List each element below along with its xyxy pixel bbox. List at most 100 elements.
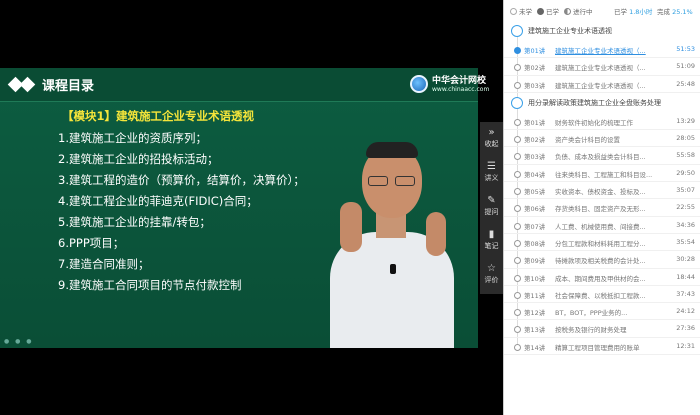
question-icon: ✎ — [487, 195, 496, 206]
circle-icon — [510, 8, 517, 15]
lesson-list: 建筑施工企业专业术语透视 第01讲 建筑施工企业专业术语透视（... 51:53 第02… — [504, 21, 700, 356]
lesson-row[interactable]: 第01讲 建筑施工企业专业术语透视（... 51:53 — [504, 41, 700, 59]
lesson-row[interactable]: 第08讲 分包工程款和材料耗用工程分... 35:54 — [504, 234, 700, 252]
status-dot-icon — [514, 64, 521, 72]
lesson-row[interactable]: 第13讲 按税务及银行的财务处理 27:36 — [504, 320, 700, 338]
slide-item: 4.建筑工程企业的菲迪克(FIDIC)合同； — [58, 194, 258, 208]
lesson-duration: 37:43 — [676, 289, 695, 298]
star-icon: ☆ — [487, 263, 496, 274]
chapter-circle-icon — [511, 25, 523, 37]
lesson-row[interactable]: 第12讲 BT，BOT，PPP业务的... 24:12 — [504, 303, 700, 321]
lesson-number: 第11讲 — [524, 291, 546, 300]
lesson-duration: 35:07 — [676, 186, 695, 195]
lesson-title: 精算工程项目管理费用的账单 — [555, 343, 640, 352]
collapse-button[interactable]: » 收起 — [480, 122, 503, 156]
lesson-duration: 34:36 — [676, 220, 695, 229]
slide-item: 3.建筑工程的造价（预算价，结算价，决算价）； — [58, 173, 305, 187]
lesson-row[interactable]: 第14讲 精算工程项目管理费用的账单 12:31 — [504, 338, 700, 356]
notes-button[interactable]: ▮ 笔记 — [480, 224, 503, 258]
lesson-number: 第02讲 — [524, 136, 546, 145]
lapel-mic — [390, 264, 396, 274]
lesson-row[interactable]: 第02讲 资产类会计科目的设置 28:05 — [504, 130, 700, 148]
slide-header: 课程目录 中华会计网校 www.chinaacc.com — [0, 68, 489, 102]
lesson-duration: 18:44 — [676, 272, 695, 281]
status-dot-icon — [514, 239, 521, 247]
brand-name: 中华会计网校 — [432, 76, 487, 86]
slide-title: 课程目录 — [42, 79, 95, 94]
handout-label: 讲义 — [484, 174, 499, 182]
legend-studied: 已学 — [537, 6, 559, 16]
status-dot-icon — [514, 291, 521, 299]
lesson-title: 存货类科目、固定资产及无形... — [555, 205, 646, 214]
legend-unstudied: 未学 — [510, 6, 532, 16]
lesson-duration: 12:31 — [676, 341, 695, 350]
rating-button[interactable]: ☆ 评价 — [480, 258, 503, 292]
lesson-duration: 30:28 — [676, 255, 695, 264]
half-circle-icon — [564, 8, 571, 15]
status-dot-icon — [514, 118, 521, 126]
side-toolbar: » 收起 ☰ 讲义 ✎ 提问 ▮ 笔记 ☆ 评价 — [480, 122, 503, 294]
lesson-title: 建筑施工企业专业术语透视（... — [555, 81, 646, 90]
diamond-logo-icon — [7, 76, 36, 94]
lesson-title: 建筑施工企业专业术语透视（... — [555, 64, 646, 73]
lesson-duration: 55:58 — [676, 151, 695, 160]
status-dot-icon — [514, 205, 521, 213]
module-heading: 【模块1】建筑施工企业专业术语透视 — [62, 109, 254, 123]
chapter-header[interactable]: 用分录解读政策建筑施工企业全盘账务处理 — [504, 93, 700, 113]
brand-url: www.chinaacc.com — [432, 86, 490, 93]
chapter-circle-icon — [511, 96, 523, 109]
slide-item: 7.建造合同准则； — [58, 257, 150, 271]
lesson-row[interactable]: 第04讲 往来类科目、工程施工和科目设... 29:50 — [504, 165, 700, 183]
progress-legend: 未学 已学 进行中 已学 1.8小时 完成 25.1% — [504, 0, 700, 20]
presenter-hair — [366, 142, 418, 158]
studied-time-value: 1.8小时 — [629, 8, 653, 16]
lesson-duration: 13:29 — [676, 116, 695, 125]
studied-time-label: 已学 — [614, 8, 627, 16]
lesson-title: 往来类科目、工程施工和科目设... — [555, 170, 653, 179]
video-player[interactable]: 课程目录 中华会计网校 www.chinaacc.com 【模块1】建筑施工企业… — [0, 0, 503, 415]
lesson-row[interactable]: 第07讲 人工费、机械使用费、间接费... 34:36 — [504, 217, 700, 234]
lesson-duration: 35:54 — [676, 237, 695, 246]
handout-button[interactable]: ☰ 讲义 — [480, 156, 503, 190]
lesson-row[interactable]: 第03讲 建筑施工企业专业术语透视（... 25:48 — [504, 76, 700, 93]
lesson-title: BT，BOT，PPP业务的... — [555, 309, 628, 318]
chapter-title: 用分录解读政策建筑施工企业全盘账务处理 — [528, 98, 661, 107]
slide-item: 9.建筑施工合同项目的节点付款控制 — [58, 278, 242, 292]
lesson-row[interactable]: 第01讲 财务软件初始化的梳理工作 13:29 — [504, 113, 700, 131]
completion: 完成 25.1% — [657, 6, 693, 16]
handout-icon: ☰ — [487, 161, 496, 172]
presenter-left-hand — [340, 202, 362, 252]
legend-in-progress-label: 进行中 — [573, 8, 593, 16]
lesson-row[interactable]: 第09讲 待摊款项及相关税费的会计处... 30:28 — [504, 251, 700, 269]
status-dot-icon — [514, 136, 521, 144]
lesson-row[interactable]: 第10讲 成本、期间费用及甲供材的会... 18:44 — [504, 269, 700, 286]
presenter-video — [318, 140, 466, 348]
lesson-row[interactable]: 第11讲 社会保障费、以税抵扣工程款... 37:43 — [504, 286, 700, 304]
chapter-header[interactable]: 建筑施工企业专业术语透视 — [504, 21, 700, 41]
lesson-duration: 51:09 — [676, 62, 695, 71]
lesson-title: 人工费、机械使用费、间接费... — [555, 222, 646, 231]
lesson-row[interactable]: 第02讲 建筑施工企业专业术语透视（... 51:09 — [504, 58, 700, 76]
lesson-number: 第14讲 — [524, 343, 546, 352]
lesson-number: 第05讲 — [524, 188, 546, 197]
lesson-title: 待摊款项及相关税费的会计处... — [555, 257, 646, 266]
slide-page-dots: ● ● ● — [4, 338, 34, 345]
status-dot-icon — [514, 326, 521, 334]
status-dot-icon — [514, 188, 521, 196]
lesson-number: 第10讲 — [524, 274, 546, 283]
question-label: 提问 — [484, 208, 499, 216]
completion-value: 25.1% — [672, 8, 693, 16]
lesson-row[interactable]: 第05讲 实收资本、债权资金、投标及... 35:07 — [504, 182, 700, 200]
question-button[interactable]: ✎ 提问 — [480, 190, 503, 224]
lesson-row[interactable]: 第03讲 负债、成本及损益类会计科目... 55:58 — [504, 147, 700, 165]
lesson-number: 第03讲 — [524, 81, 546, 90]
status-dot-icon — [514, 222, 521, 230]
status-dot-icon — [514, 343, 521, 351]
status-dot-icon — [514, 257, 521, 265]
legend-studied-label: 已学 — [546, 8, 559, 16]
status-dot-icon — [514, 309, 521, 317]
lesson-number: 第04讲 — [524, 170, 546, 179]
slide-item: 5.建筑施工企业的挂靠/转包； — [58, 215, 211, 229]
globe-icon — [410, 75, 428, 93]
lesson-row[interactable]: 第06讲 存货类科目、固定资产及无形... 22:55 — [504, 199, 700, 217]
